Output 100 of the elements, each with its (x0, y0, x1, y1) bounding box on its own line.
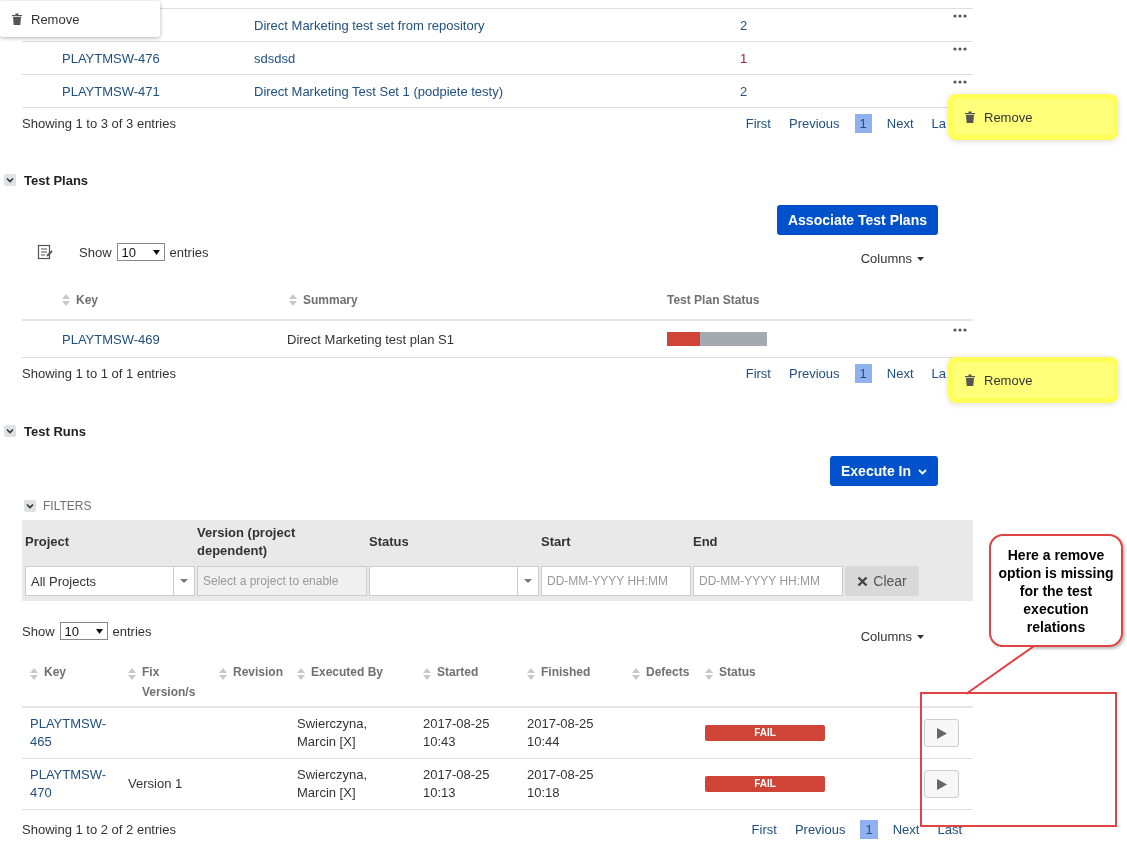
page-link[interactable]: Last (934, 819, 965, 839)
column-header[interactable]: Executed By (311, 662, 384, 682)
column-header[interactable]: Fix Version/s (142, 662, 211, 702)
clear-button[interactable]: Clear (845, 566, 919, 596)
sort-icon (30, 668, 38, 680)
filter-label: Status (369, 533, 410, 551)
close-icon (857, 575, 869, 587)
columns-button[interactable]: Columns (860, 629, 924, 644)
dropdown-icon (152, 249, 160, 255)
page-link[interactable]: 1 (854, 113, 872, 133)
more-button[interactable] (951, 326, 969, 334)
column-header[interactable]: Test Plan Status (667, 293, 760, 307)
chevron-down-icon (918, 468, 927, 475)
column-header[interactable]: Started (437, 662, 479, 682)
filter-label: End (693, 533, 719, 551)
sort-icon (128, 668, 136, 680)
page-link[interactable]: First (742, 113, 774, 133)
more-button[interactable] (951, 45, 969, 53)
sort-icon (297, 668, 305, 680)
trash-icon (965, 374, 975, 386)
key-link[interactable]: PLAYTMSW-476 (62, 50, 160, 66)
more-icon (953, 80, 967, 84)
summary-link[interactable]: sdsdsd (254, 50, 296, 66)
sort-icon (527, 668, 535, 680)
filter-input[interactable]: DD-MM-YYYY HH:MM (693, 566, 843, 596)
count-link[interactable]: 2 (740, 17, 748, 33)
more-button[interactable] (951, 12, 969, 20)
columns-button[interactable]: Columns (860, 251, 924, 266)
section-title: Test Plans (24, 172, 89, 188)
page-link[interactable]: Previous (791, 819, 849, 839)
caret-icon (917, 256, 924, 261)
column-header[interactable]: Key (76, 293, 98, 307)
trash-icon (965, 111, 975, 123)
play-button[interactable] (924, 770, 959, 798)
summary-link[interactable]: Direct Marketing test set from repository (254, 17, 485, 33)
page-link[interactable]: First (742, 363, 774, 383)
column-header[interactable]: Status (719, 662, 756, 682)
dropdown-icon (524, 579, 532, 583)
sort-icon (705, 668, 713, 680)
entries-info: Showing 1 to 1 of 1 entries (22, 365, 176, 381)
callout-note: Here a remove option is missing for the test execution relations (989, 534, 1123, 647)
column-header[interactable]: Summary (303, 293, 358, 307)
entries-label: entries (169, 244, 209, 260)
page-link[interactable]: Next (883, 113, 917, 133)
execute-in-button[interactable]: Execute In (829, 456, 938, 486)
filter-label: Project (25, 533, 71, 551)
status-label: FAIL (705, 725, 825, 741)
play-button[interactable] (924, 719, 959, 747)
filter-select[interactable]: All Projects (25, 566, 195, 596)
started-text: 2017-08-25 10:43 (423, 715, 491, 751)
column-header[interactable]: Key (44, 662, 66, 682)
show-label: Show (79, 244, 112, 260)
page-link[interactable]: Previous (786, 113, 843, 133)
executed-by-text: Swierczyna, Marcin [X] (297, 715, 369, 751)
page-size-select[interactable]: 10 (116, 243, 165, 261)
status-label: FAIL (705, 776, 825, 792)
key-link[interactable]: PLAYTMSW-471 (62, 83, 160, 99)
entries-info: Showing 1 to 3 of 3 entries (22, 115, 176, 131)
page-link[interactable]: La (928, 113, 949, 133)
summary-link[interactable]: Direct Marketing Test Set 1 (podpiete testy) (254, 83, 504, 99)
count-link[interactable]: 1 (740, 50, 748, 66)
key-link[interactable]: PLAYTMSW-470 (30, 766, 110, 802)
play-icon (936, 778, 947, 790)
associate-button[interactable]: Associate Test Plans (776, 205, 938, 235)
show-label: Show (22, 623, 55, 639)
page-link[interactable]: La (928, 363, 949, 383)
filter-input[interactable]: DD-MM-YYYY HH:MM (541, 566, 691, 596)
page-link[interactable]: Next (883, 363, 917, 383)
more-button[interactable] (951, 78, 969, 86)
page-link[interactable]: Next (889, 819, 923, 839)
key-link[interactable]: PLAYTMSW-469 (62, 331, 160, 347)
sort-icon (632, 668, 640, 680)
more-icon (953, 47, 967, 51)
filter-label: Version (project dependent) (197, 524, 297, 560)
dropdown-icon (95, 628, 103, 634)
column-header[interactable]: Defects (646, 662, 690, 682)
page-link[interactable]: 1 (854, 363, 872, 383)
caret-icon (917, 634, 924, 639)
more-icon (953, 14, 967, 18)
page-link[interactable]: 1 (860, 819, 878, 839)
filters-label: FILTERS (43, 499, 92, 513)
page-size-select[interactable]: 10 (59, 622, 108, 640)
play-icon (936, 727, 947, 739)
key-link[interactable]: PLAYTMSW-465 (30, 715, 110, 751)
page-link[interactable]: Previous (786, 363, 843, 383)
started-text: 2017-08-25 10:13 (423, 766, 491, 802)
column-header[interactable]: Finished (541, 662, 591, 682)
page-link[interactable]: First (748, 819, 780, 839)
list-icon (37, 244, 53, 260)
column-header[interactable]: Revision (233, 662, 283, 682)
entries-label: entries (112, 623, 152, 639)
filter-label: Start (541, 533, 572, 551)
trash-icon (12, 13, 22, 25)
remove-menu-item[interactable]: Remove (0, 1, 160, 37)
summary-text: Direct Marketing test plan S1 (286, 330, 455, 349)
executed-by-text: Swierczyna, Marcin [X] (297, 766, 369, 802)
finished-text: 2017-08-25 10:18 (527, 766, 595, 802)
section-title: Test Runs (24, 423, 86, 439)
fix-version-text: Version 1 (128, 775, 183, 793)
count-link[interactable]: 2 (740, 83, 748, 99)
